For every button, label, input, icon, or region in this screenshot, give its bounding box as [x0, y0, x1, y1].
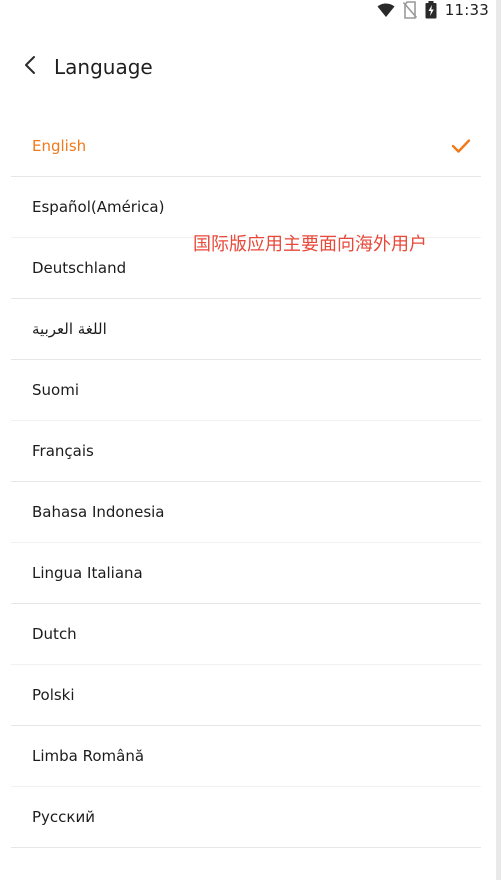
- language-label: Español(América): [32, 198, 165, 216]
- language-item-dutch[interactable]: Dutch: [11, 604, 481, 665]
- language-settings-screen: 11:33 Language English Español(América): [0, 0, 501, 880]
- language-item-suomi[interactable]: Suomi: [11, 360, 481, 421]
- status-time: 11:33: [444, 1, 489, 19]
- language-item-polski[interactable]: Polski: [11, 665, 481, 726]
- no-sim-icon: [402, 1, 417, 19]
- language-label: Polski: [32, 686, 75, 704]
- language-item-limba-romana[interactable]: Limba Română: [11, 726, 481, 787]
- language-label: Dutch: [32, 625, 77, 643]
- status-bar: 11:33: [0, 0, 501, 20]
- language-item-espanol[interactable]: Español(América): [11, 177, 481, 238]
- header: Language: [0, 44, 501, 90]
- language-item-bahasa-indonesia[interactable]: Bahasa Indonesia: [11, 482, 481, 543]
- language-item-lingua-italiana[interactable]: Lingua Italiana: [11, 543, 481, 604]
- chevron-left-icon: [24, 55, 36, 79]
- language-item-english[interactable]: English: [11, 116, 481, 177]
- language-label: Русский: [32, 808, 95, 826]
- language-label: Lingua Italiana: [32, 564, 143, 582]
- check-icon: [451, 138, 471, 154]
- page-title: Language: [54, 55, 153, 79]
- language-label: Limba Română: [32, 747, 145, 765]
- language-item-francais[interactable]: Français: [11, 421, 481, 482]
- annotation-text: 国际版应用主要面向海外用户: [193, 234, 427, 255]
- language-label: English: [32, 137, 87, 155]
- battery-charging-icon: [425, 1, 437, 19]
- language-item-russian[interactable]: Русский: [11, 787, 481, 848]
- language-label: Deutschland: [32, 259, 127, 277]
- back-button[interactable]: [10, 47, 50, 87]
- language-item-arabic[interactable]: اللغة العربية: [11, 299, 481, 360]
- scroll-edge: [496, 0, 501, 880]
- language-list: English Español(América) Deutschland الل…: [11, 116, 481, 848]
- language-label: Français: [32, 442, 94, 460]
- language-label: Suomi: [32, 381, 79, 399]
- wifi-icon: [377, 2, 395, 18]
- language-label: Bahasa Indonesia: [32, 503, 165, 521]
- language-label: اللغة العربية: [32, 320, 107, 338]
